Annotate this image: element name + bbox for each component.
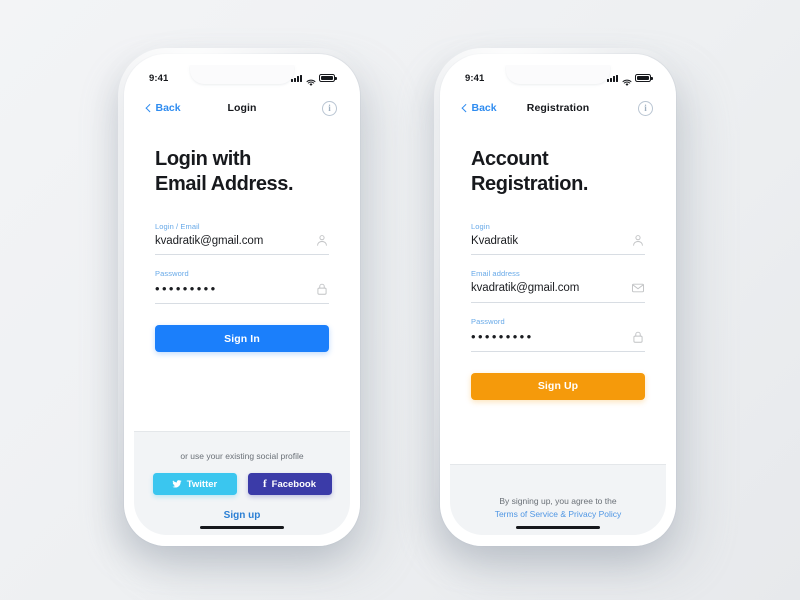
wifi-icon xyxy=(622,74,632,86)
lock-icon xyxy=(315,282,329,296)
field-login-email[interactable]: Login / Email kvadratik@gmail.com xyxy=(155,221,329,256)
battery-icon xyxy=(635,74,653,82)
navigation-bar: Back Login i xyxy=(134,91,350,125)
mockup-stage: 9:41 Back Login i Login with Email Addre… xyxy=(0,0,800,600)
status-icons xyxy=(291,74,337,86)
status-icons xyxy=(607,74,653,86)
email-address-input[interactable]: kvadratik@gmail.com xyxy=(471,281,645,295)
registration-body: Account Registration. Login Kvadratik Em… xyxy=(450,125,666,535)
terms-line-1: By signing up, you agree to the xyxy=(499,495,617,506)
login-form: Login / Email kvadratik@gmail.com Passwo… xyxy=(134,198,350,353)
field-email-address[interactable]: Email address kvadratik@gmail.com xyxy=(471,269,645,303)
password-input[interactable]: ••••••••• xyxy=(471,329,645,345)
wifi-icon xyxy=(306,74,316,86)
field-password[interactable]: Password ••••••••• xyxy=(471,317,645,352)
back-button[interactable]: Back xyxy=(145,102,181,114)
field-label-login: Login xyxy=(471,221,490,231)
login-body: Login with Email Address. Login / Email … xyxy=(134,125,350,535)
field-label-login-email: Login / Email xyxy=(155,221,200,231)
field-password[interactable]: Password ••••••••• xyxy=(155,269,329,305)
navigation-bar: Back Registration i xyxy=(450,91,666,125)
chevron-left-icon xyxy=(461,103,470,112)
social-footer-panel: or use your existing social profile Twit… xyxy=(134,431,350,535)
sign-up-button[interactable]: Sign Up xyxy=(471,372,645,400)
social-button-row: Twitter f Facebook xyxy=(152,473,332,495)
person-icon xyxy=(631,233,645,247)
headline-line-1: Login with xyxy=(155,148,251,170)
twitter-login-label: Twitter xyxy=(186,478,218,490)
status-time: 9:41 xyxy=(149,72,169,84)
login-input[interactable]: Kvadratik xyxy=(471,234,645,248)
sign-up-link[interactable]: Sign up xyxy=(224,510,261,521)
headline-line-1: Account xyxy=(471,148,549,170)
envelope-icon xyxy=(631,281,645,295)
headline: Account Registration. xyxy=(450,125,666,198)
phone-device-login: 9:41 Back Login i Login with Email Addre… xyxy=(118,48,366,552)
lock-icon xyxy=(631,330,645,344)
home-indicator xyxy=(516,525,600,529)
battery-icon xyxy=(319,74,337,82)
headline-line-2: Registration. xyxy=(471,173,589,196)
login-email-input[interactable]: kvadratik@gmail.com xyxy=(155,234,329,248)
headline-line-2: Email Address. xyxy=(155,173,294,196)
twitter-login-button[interactable]: Twitter xyxy=(152,473,237,495)
facebook-login-button[interactable]: f Facebook xyxy=(247,473,332,495)
back-button-label: Back xyxy=(471,102,497,114)
field-label-password: Password xyxy=(155,269,189,279)
login-screen: 9:41 Back Login i Login with Email Addre… xyxy=(134,65,350,535)
twitter-bird-icon xyxy=(172,480,182,488)
field-login[interactable]: Login Kvadratik xyxy=(471,221,645,256)
headline: Login with Email Address. xyxy=(134,125,350,198)
registration-form: Login Kvadratik Email address kvadratik@… xyxy=(450,198,666,400)
field-label-password: Password xyxy=(471,316,505,326)
terms-footer-panel: By signing up, you agree to the Terms of… xyxy=(450,463,666,535)
back-button[interactable]: Back xyxy=(461,102,497,114)
signal-bars-icon xyxy=(291,74,302,82)
info-circle-icon[interactable]: i xyxy=(322,100,337,116)
home-indicator xyxy=(200,525,284,529)
facebook-login-label: Facebook xyxy=(271,478,317,490)
terms-privacy-link[interactable]: Terms of Service & Privacy Policy xyxy=(495,509,622,519)
status-bar: 9:41 xyxy=(450,65,666,91)
facebook-f-icon: f xyxy=(262,477,267,490)
registration-screen: 9:41 Back Registration i Account Registr… xyxy=(450,65,666,535)
chevron-left-icon xyxy=(145,103,154,112)
signal-bars-icon xyxy=(607,74,618,82)
info-circle-icon[interactable]: i xyxy=(638,100,653,116)
back-button-label: Back xyxy=(155,102,181,114)
field-label-email-address: Email address xyxy=(471,269,520,279)
password-input[interactable]: ••••••••• xyxy=(155,281,329,297)
social-caption: or use your existing social profile xyxy=(180,451,304,461)
person-icon xyxy=(315,233,329,247)
phone-device-registration: 9:41 Back Registration i Account Registr… xyxy=(434,48,682,552)
sign-in-button[interactable]: Sign In xyxy=(155,325,329,353)
terms-text: By signing up, you agree to the Terms of… xyxy=(495,495,622,521)
status-time: 9:41 xyxy=(465,72,485,84)
status-bar: 9:41 xyxy=(134,65,350,91)
